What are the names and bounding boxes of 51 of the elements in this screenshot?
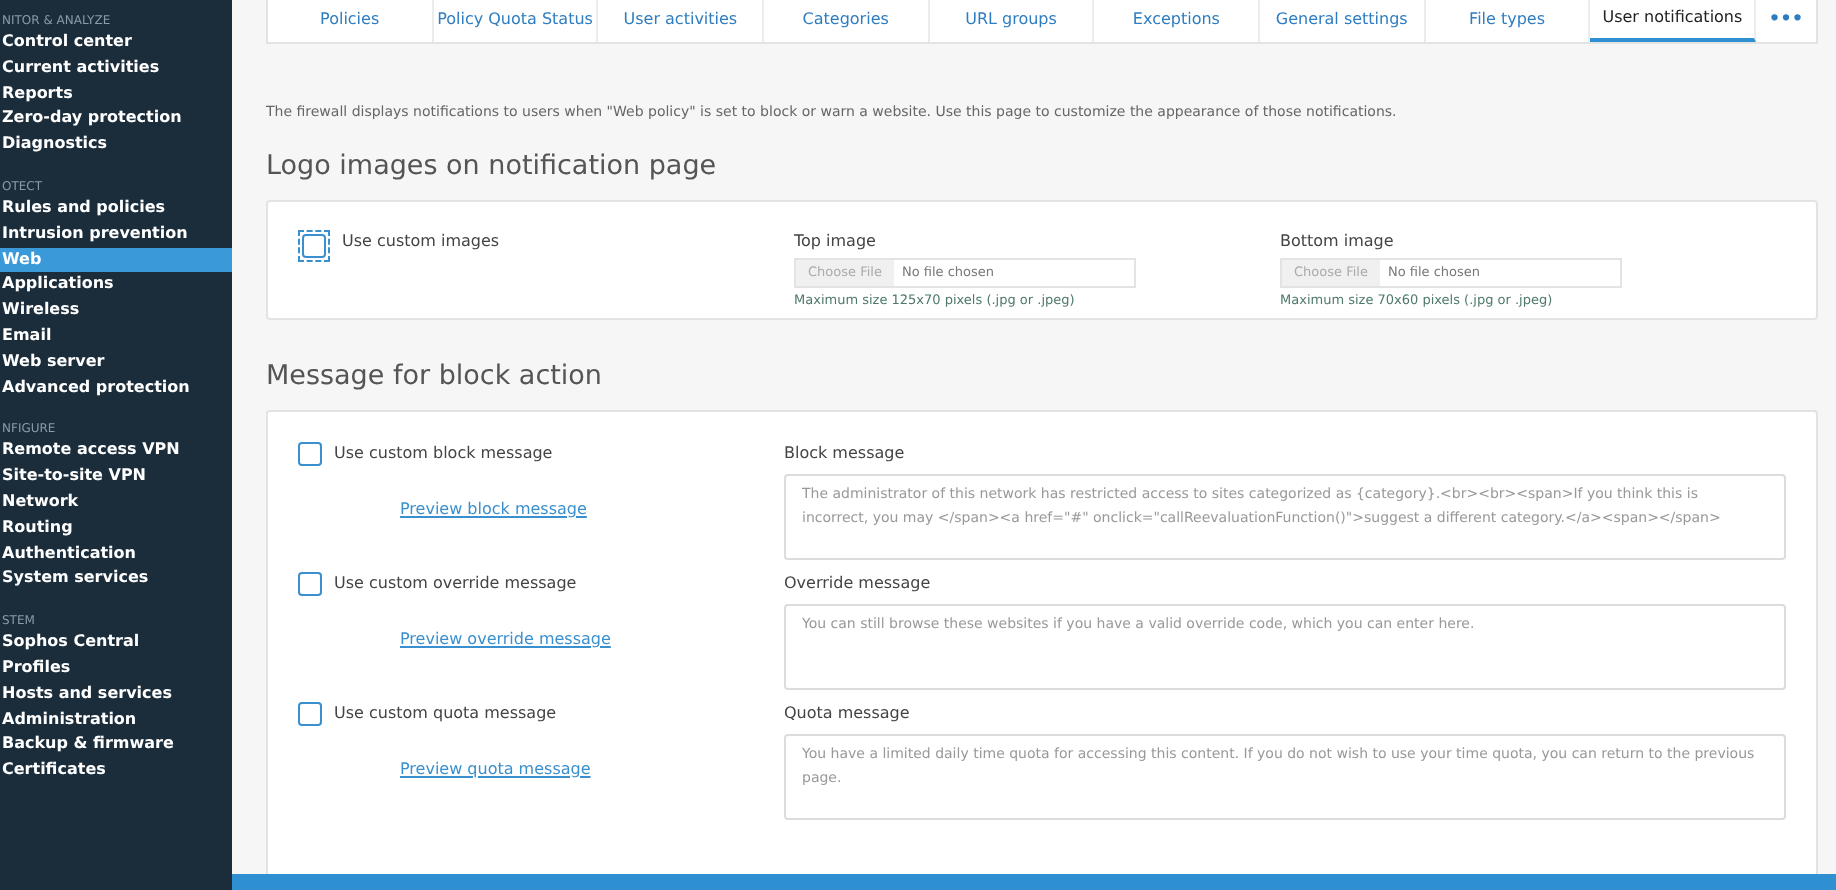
field-label: Override message xyxy=(784,571,933,596)
sidebar-item[interactable]: Web server xyxy=(0,349,232,376)
preview-link[interactable]: Preview block message xyxy=(400,497,587,522)
checkbox[interactable] xyxy=(298,701,322,726)
sidebar-item[interactable]: Remote access VPN xyxy=(0,438,232,465)
sidebar-item[interactable]: Certificates xyxy=(0,758,232,784)
checkbox-label: Use custom override message xyxy=(334,571,577,596)
field-label: Top image xyxy=(794,230,878,255)
sidebar-item[interactable]: Email xyxy=(0,323,232,350)
sidebar-item[interactable]: Current activities xyxy=(0,55,232,82)
tab[interactable]: Policies xyxy=(268,0,434,41)
checkbox-label: Use custom images xyxy=(342,230,500,255)
sidebar-item[interactable]: Applications xyxy=(0,272,232,299)
preview-link[interactable]: Preview override message xyxy=(400,627,611,652)
checkbox-label: Use custom block message xyxy=(334,441,553,466)
checkbox-label: Use custom quota message xyxy=(334,701,557,726)
checkbox[interactable] xyxy=(298,441,322,466)
sidebar-item[interactable]: Diagnostics xyxy=(0,132,232,158)
sidebar-item[interactable]: Zero-day protection xyxy=(0,106,232,133)
sidebar-item[interactable]: Intrusion prevention xyxy=(0,221,232,248)
field-label: Bottom image xyxy=(1280,230,1396,255)
tab[interactable]: User notifications xyxy=(1590,0,1757,41)
tab[interactable]: Categories xyxy=(764,0,930,41)
section-title: Logo images on notification page xyxy=(266,148,719,186)
sidebar-item[interactable]: Authentication xyxy=(0,541,232,567)
sidebar-item[interactable]: Reports xyxy=(0,81,232,107)
sidebar-item[interactable]: System services xyxy=(0,566,232,593)
sidebar-item[interactable]: Control center xyxy=(0,30,232,56)
sidebar-item[interactable]: Sophos Central xyxy=(0,630,232,656)
sidebar-item[interactable]: Hosts and services xyxy=(0,681,232,708)
sidebar-item[interactable]: Rules and policies xyxy=(0,195,232,222)
tab[interactable]: Exceptions xyxy=(1094,0,1261,41)
more-tabs-button[interactable]: ••• xyxy=(1756,0,1817,41)
field-label: Block message xyxy=(784,441,907,466)
tab[interactable]: General settings xyxy=(1260,0,1426,41)
sidebar-item[interactable]: Advanced protection xyxy=(0,375,232,401)
sidebar-item[interactable]: Wireless xyxy=(0,298,232,324)
field-label: Quota message xyxy=(784,701,912,726)
tab[interactable]: File types xyxy=(1425,0,1591,41)
sidebar-item[interactable]: Routing xyxy=(0,515,232,542)
section-title: Message for block action xyxy=(266,357,604,396)
sidebar-item[interactable]: Profiles xyxy=(0,655,232,682)
checkbox[interactable] xyxy=(298,571,322,596)
preview-link[interactable]: Preview quota message xyxy=(400,757,591,782)
tab[interactable]: Policy Quota Status xyxy=(433,0,599,41)
sidebar-item[interactable]: Site-to-site VPN xyxy=(0,464,232,490)
sidebar-item[interactable]: Administration xyxy=(0,707,232,733)
tab[interactable]: URL groups xyxy=(929,0,1095,41)
tab[interactable]: User activities xyxy=(598,0,765,41)
sidebar-item[interactable]: Backup & firmware xyxy=(0,732,232,759)
sidebar-item[interactable]: Network xyxy=(0,489,232,516)
